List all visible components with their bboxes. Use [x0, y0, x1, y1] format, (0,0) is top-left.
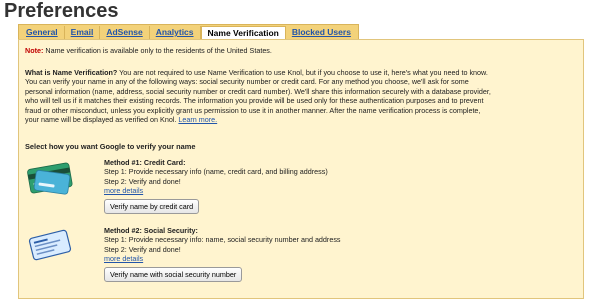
- verify-social-security-button[interactable]: Verify name with social security number: [104, 266, 243, 283]
- credit-card-icon: [27, 162, 73, 195]
- about-section: What is Name Verification? You are not r…: [25, 68, 575, 124]
- note-line: Note: Name verification is available onl…: [25, 46, 575, 55]
- note-label: Note:: [25, 46, 44, 55]
- method-social-security: Method #2: Social Security: Step 1: Prov…: [104, 226, 341, 283]
- note-text: Name verification is available only to t…: [45, 46, 272, 55]
- about-line-1: What is Name Verification? You are not r…: [25, 68, 575, 77]
- method-2-more-details-link[interactable]: more details: [104, 254, 341, 263]
- verify-credit-card-button[interactable]: Verify name by credit card: [104, 198, 200, 215]
- about-line-2: You can verify your name in any of the f…: [25, 77, 469, 87]
- tab-blocked-users[interactable]: Blocked Users: [286, 26, 357, 40]
- method-2-step-2: Step 2: Verify and done!: [104, 244, 181, 254]
- about-heading: What is Name Verification?: [25, 68, 118, 77]
- about-line-5: fraud or other misconduct, unless you ex…: [25, 105, 481, 115]
- tab-general[interactable]: General: [20, 26, 65, 40]
- method-1-step-1: Step 1: Provide necessary info (name, cr…: [104, 167, 328, 177]
- tab-adsense[interactable]: AdSense: [100, 26, 150, 40]
- about-text-6: your name will be displayed as verified …: [25, 115, 177, 125]
- page-title: Preferences: [4, 0, 119, 22]
- method-2-step-1: Step 1: Provide necessary info: name, so…: [104, 235, 341, 245]
- tab-analytics[interactable]: Analytics: [150, 26, 201, 40]
- method-1-title: Method #1: Credit Card:: [104, 158, 186, 167]
- about-line-6: your name will be displayed as verified …: [25, 115, 575, 124]
- about-text-1: You are not required to use Name Verific…: [119, 68, 488, 77]
- tab-name-verification[interactable]: Name Verification: [200, 26, 286, 40]
- tab-email[interactable]: Email: [65, 26, 101, 40]
- about-line-3: personal information (name, address, soc…: [25, 86, 491, 96]
- method-1-more-details-link[interactable]: more details: [104, 186, 328, 195]
- tab-bar: General Email AdSense Analytics Name Ver…: [18, 24, 359, 40]
- method-1-step-2: Step 2: Verify and done!: [104, 176, 181, 186]
- select-method-label: Select how you want Google to verify you…: [25, 142, 196, 151]
- method-2-title: Method #2: Social Security:: [104, 226, 198, 235]
- learn-more-link[interactable]: Learn more.: [178, 115, 217, 124]
- method-credit-card: Method #1: Credit Card: Step 1: Provide …: [104, 158, 328, 215]
- name-verification-panel: Note: Name verification is available onl…: [18, 39, 584, 299]
- about-line-4: who will tell us if it matches their exi…: [25, 96, 484, 106]
- social-security-card-icon: [28, 229, 72, 261]
